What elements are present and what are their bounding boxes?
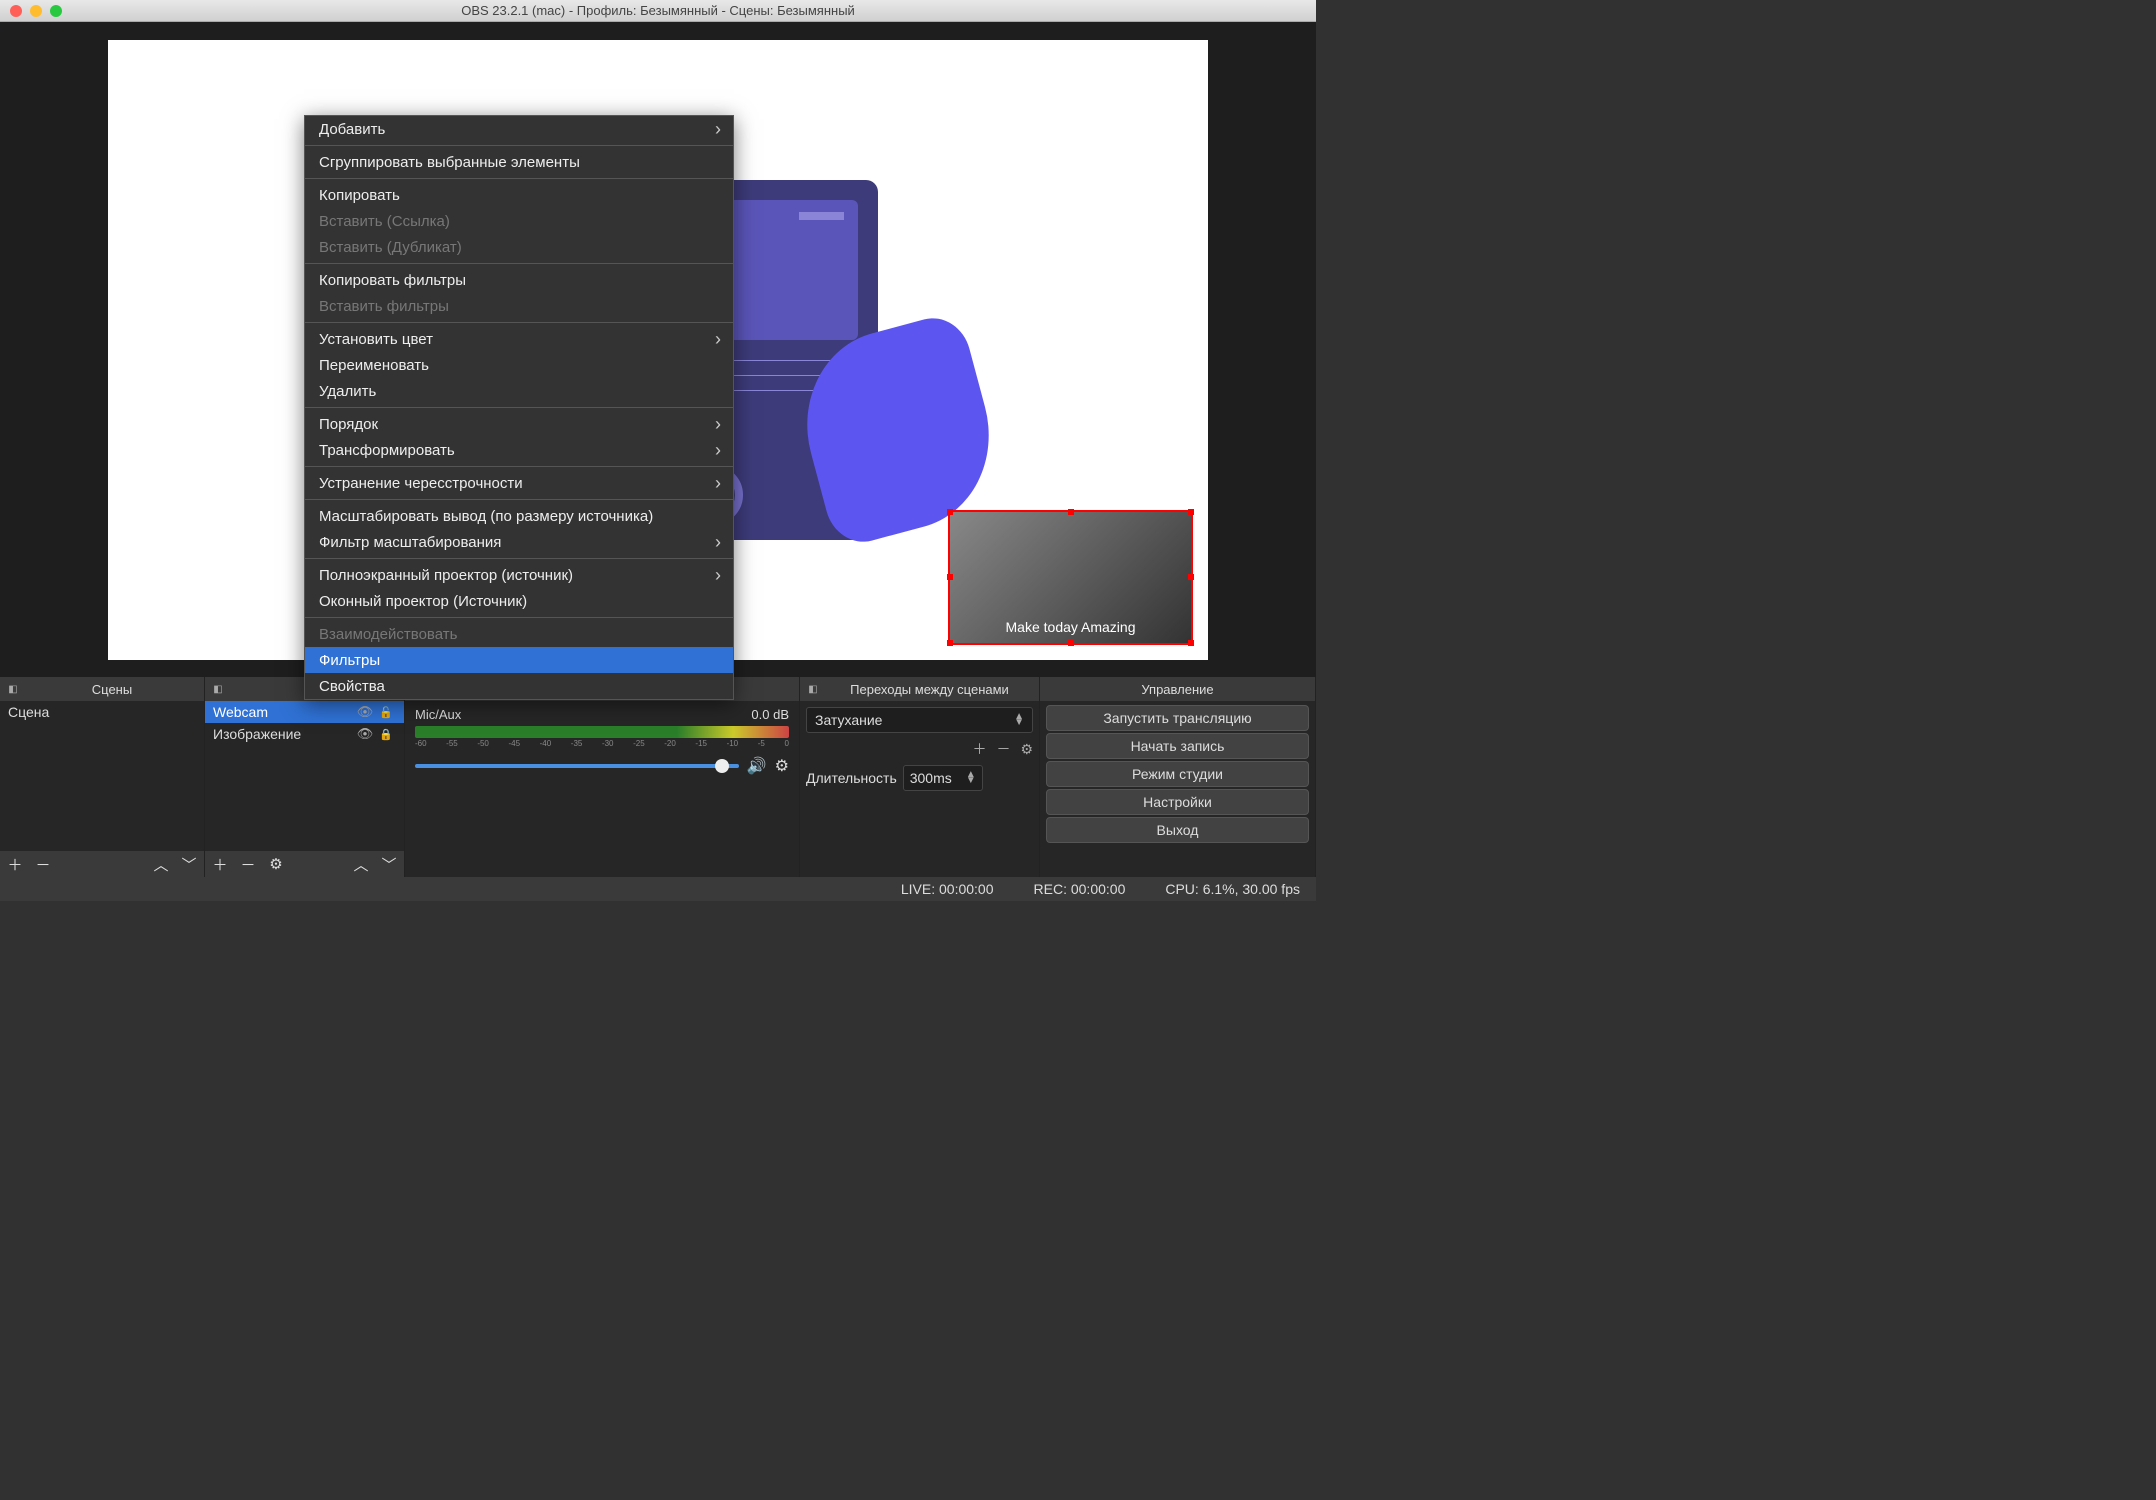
visibility-toggle-icon[interactable]: 👁 [354, 726, 377, 742]
menu-item[interactable]: Удалить [305, 378, 733, 404]
sources-list[interactable]: Webcam 👁 🔓 Изображение 👁 🔒 [205, 701, 404, 851]
source-settings-icon[interactable]: ⚙ [265, 854, 287, 874]
transition-select[interactable]: Затухание ▲▼ [806, 707, 1033, 733]
audio-mixer-panel: ◧ Mic/Aux 0.0 dB -60-55-50-45-40-35-30-2… [405, 677, 800, 877]
menu-item[interactable]: Сгруппировать выбранные элементы [305, 149, 733, 175]
detach-icon[interactable]: ◧ [806, 682, 820, 696]
menu-item[interactable]: Установить цвет [305, 326, 733, 352]
scene-item[interactable]: Сцена [0, 701, 204, 723]
control-button-2[interactable]: Режим студии [1046, 761, 1309, 787]
window-title: OBS 23.2.1 (mac) - Профиль: Безымянный -… [461, 3, 855, 18]
transitions-title: Переходы между сценами [826, 682, 1033, 697]
menu-item[interactable]: Фильтры [305, 647, 733, 673]
source-name: Изображение [213, 726, 301, 742]
control-button-0[interactable]: Запустить трансляцию [1046, 705, 1309, 731]
track-name: Mic/Aux [415, 707, 461, 722]
status-rec: REC: 00:00:00 [1034, 881, 1126, 897]
duration-input[interactable]: 300ms ▲▼ [903, 765, 983, 791]
menu-item: Вставить фильтры [305, 293, 733, 319]
control-button-3[interactable]: Настройки [1046, 789, 1309, 815]
status-bar: LIVE: 00:00:00 REC: 00:00:00 CPU: 6.1%, … [0, 877, 1316, 901]
resize-handle[interactable] [1188, 509, 1194, 515]
volume-slider[interactable] [415, 764, 739, 768]
move-down-icon[interactable]: ﹀ [378, 854, 400, 874]
context-menu[interactable]: Добавить Сгруппировать выбранные элементы… [304, 115, 734, 700]
menu-item: Вставить (Дубликат) [305, 234, 733, 260]
menu-item[interactable]: Фильтр масштабирования [305, 529, 733, 555]
menu-item[interactable]: Копировать [305, 182, 733, 208]
webcam-overlay-text: Make today Amazing [950, 512, 1191, 643]
menu-item[interactable]: Добавить [305, 116, 733, 142]
move-down-icon[interactable]: ﹀ [178, 854, 200, 874]
add-source-button[interactable]: ＋ [209, 854, 231, 874]
menu-item[interactable]: Переименовать [305, 352, 733, 378]
add-transition-icon[interactable]: ＋ [972, 739, 986, 759]
menu-item[interactable]: Масштабировать вывод (по размеру источни… [305, 503, 733, 529]
resize-handle[interactable] [947, 574, 953, 580]
source-item[interactable]: Webcam 👁 🔓 [205, 701, 404, 723]
move-up-icon[interactable]: ︿ [350, 854, 372, 874]
track-level: 0.0 dB [751, 707, 789, 722]
menu-item: Вставить (Ссылка) [305, 208, 733, 234]
window-minimize-button[interactable] [30, 5, 42, 17]
dock-panels: ◧ Сцены Сцена ＋ － ︿ ﹀ ◧ И… Webcam 👁 🔓 Из… [0, 677, 1316, 877]
lock-toggle-icon[interactable]: 🔒 [376, 728, 396, 741]
menu-item: Взаимодействовать [305, 621, 733, 647]
updown-icon: ▲▼ [1014, 714, 1024, 726]
sources-panel: ◧ И… Webcam 👁 🔓 Изображение 👁 🔒 ＋ － ⚙ ︿ … [205, 677, 405, 877]
scenes-panel: ◧ Сцены Сцена ＋ － ︿ ﹀ [0, 677, 205, 877]
duration-value: 300ms [910, 770, 952, 786]
menu-item[interactable]: Свойства [305, 673, 733, 699]
menu-item[interactable]: Оконный проектор (Источник) [305, 588, 733, 614]
menu-item[interactable]: Порядок [305, 411, 733, 437]
menu-item[interactable]: Устранение чересстрочности [305, 470, 733, 496]
remove-scene-button[interactable]: － [32, 854, 54, 874]
spinner-icon[interactable]: ▲▼ [966, 772, 976, 784]
transitions-panel: ◧ Переходы между сценами Затухание ▲▼ ＋ … [800, 677, 1040, 877]
track-settings-icon[interactable]: ⚙ [775, 756, 789, 776]
controls-panel: Управление Запустить трансляциюНачать за… [1040, 677, 1316, 877]
resize-handle[interactable] [1068, 640, 1074, 646]
source-item[interactable]: Изображение 👁 🔒 [205, 723, 404, 745]
window-titlebar: OBS 23.2.1 (mac) - Профиль: Безымянный -… [0, 0, 1316, 22]
status-cpu: CPU: 6.1%, 30.00 fps [1165, 881, 1300, 897]
detach-icon[interactable]: ◧ [6, 682, 20, 696]
add-scene-button[interactable]: ＋ [4, 854, 26, 874]
slider-thumb[interactable] [715, 759, 729, 773]
transition-value: Затухание [815, 712, 882, 728]
visibility-toggle-icon[interactable]: 👁 [354, 704, 377, 720]
transition-settings-icon[interactable]: ⚙ [1020, 741, 1033, 758]
remove-source-button[interactable]: － [237, 854, 259, 874]
menu-item[interactable]: Полноэкранный проектор (источник) [305, 562, 733, 588]
duration-label: Длительность [806, 770, 897, 786]
move-up-icon[interactable]: ︿ [150, 854, 172, 874]
control-button-4[interactable]: Выход [1046, 817, 1309, 843]
window-close-button[interactable] [10, 5, 22, 17]
mixer-track: Mic/Aux 0.0 dB -60-55-50-45-40-35-30-25-… [405, 701, 799, 782]
meter-scale: -60-55-50-45-40-35-30-25-20-15-10-50 [415, 739, 789, 748]
resize-handle[interactable] [947, 640, 953, 646]
resize-handle[interactable] [947, 509, 953, 515]
scenes-list[interactable]: Сцена [0, 701, 204, 851]
controls-title: Управление [1046, 682, 1309, 697]
lock-toggle-icon[interactable]: 🔓 [376, 706, 396, 719]
control-button-1[interactable]: Начать запись [1046, 733, 1309, 759]
resize-handle[interactable] [1188, 574, 1194, 580]
resize-handle[interactable] [1068, 509, 1074, 515]
audio-meter [415, 726, 789, 738]
menu-item[interactable]: Трансформировать [305, 437, 733, 463]
webcam-source-selected[interactable]: Make today Amazing [948, 510, 1193, 645]
source-name: Webcam [213, 704, 268, 720]
status-live: LIVE: 00:00:00 [901, 881, 994, 897]
menu-item[interactable]: Копировать фильтры [305, 267, 733, 293]
resize-handle[interactable] [1188, 640, 1194, 646]
detach-icon[interactable]: ◧ [211, 682, 225, 696]
scenes-title: Сцены [26, 682, 198, 697]
window-maximize-button[interactable] [50, 5, 62, 17]
speaker-icon[interactable]: 🔊 [747, 756, 767, 776]
remove-transition-icon[interactable]: － [996, 739, 1010, 759]
